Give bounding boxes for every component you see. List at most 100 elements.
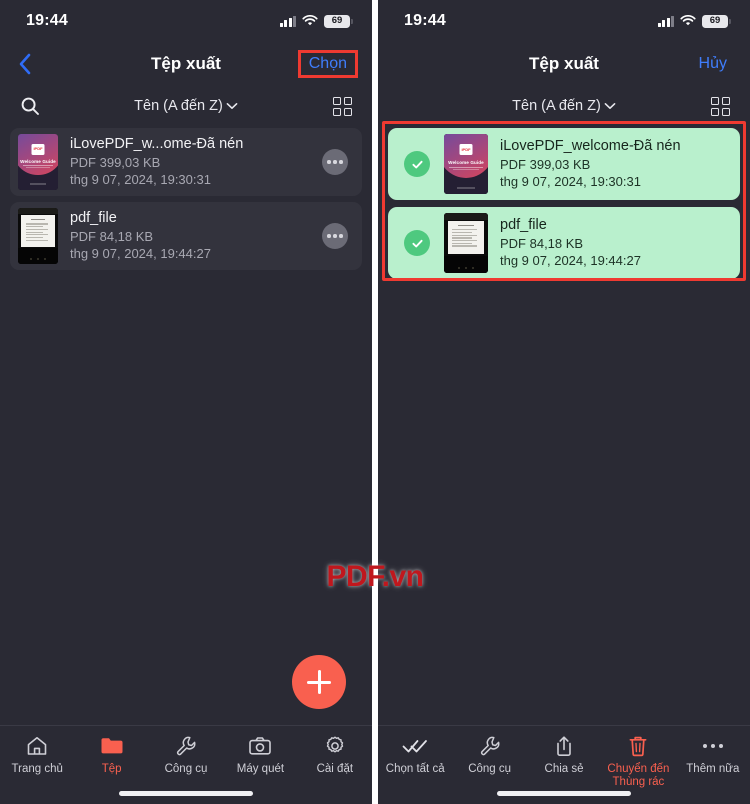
file-size: PDF 399,03 KB [70, 154, 161, 170]
file-thumbnail: iPDF Welcome Guide [444, 134, 488, 194]
file-list: iPDF Welcome Guide iLovePDF_w...ome-Đã n… [0, 126, 372, 270]
bottom-tab-bar: Trang chủ Tệp Công cụ Máy quét Cài đặt [0, 725, 372, 804]
selection-action-bar: Chọn tất cả Công cụ Chia sẻ Chuyển đến T… [378, 725, 750, 804]
file-size: PDF 399,03 KB [500, 156, 591, 172]
home-indicator [119, 791, 253, 796]
ilovepdf-badge: iPDF [31, 143, 45, 155]
cellular-bars-icon [279, 15, 296, 27]
action-label: Chọn tất cả [385, 763, 445, 775]
chevron-left-icon [19, 53, 31, 75]
sidebar-item-scanner[interactable]: Máy quét [223, 734, 297, 776]
double-check-icon [402, 734, 428, 758]
more-options-icon[interactable] [322, 223, 348, 249]
folder-icon [100, 734, 124, 758]
share-button[interactable]: Chia sẻ [527, 734, 601, 776]
file-date: thg 9 07, 2024, 19:30:31 [70, 172, 211, 187]
ilovepdf-welcome-guide-thumbnail: iPDF Welcome Guide [444, 134, 488, 194]
tab-label: Công cụ [164, 763, 208, 775]
file-thumbnail [444, 213, 488, 273]
file-meta: iLovePDF_welcome-Đã nén PDF 399,03 KB th… [500, 138, 730, 190]
action-label-line1: Chuyển đến [607, 763, 670, 775]
status-bar: 19:44 69 [0, 0, 372, 42]
check-circle-icon[interactable] [404, 151, 430, 177]
move-to-trash-button[interactable]: Chuyển đến Thùng rác [601, 734, 675, 789]
dual-screenshot-container: 19:44 69 Tệp xuất Chọn Tên (A đến Z) iPD… [0, 0, 750, 804]
table-row[interactable]: pdf_file PDF 84,18 KB thg 9 07, 2024, 19… [10, 202, 362, 270]
select-all-button[interactable]: Chọn tất cả [378, 734, 452, 776]
home-indicator [497, 791, 631, 796]
selected-files-highlight: iPDF Welcome Guide iLovePDF_welcome-Đã n… [378, 121, 750, 281]
sidebar-item-settings[interactable]: Cài đặt [298, 734, 372, 776]
table-row[interactable]: iPDF Welcome Guide iLovePDF_welcome-Đã n… [388, 128, 740, 200]
document-scan-thumbnail [18, 208, 58, 264]
search-button[interactable] [20, 96, 64, 116]
select-button[interactable]: Chọn [297, 50, 358, 78]
back-button[interactable] [18, 52, 58, 76]
sort-label[interactable]: Tên (A đến Z) [134, 98, 223, 114]
action-label: Chia sẻ [544, 763, 584, 775]
tab-label: Trang chủ [11, 763, 63, 775]
more-options-icon[interactable] [322, 149, 348, 175]
battery-icon: 69 [702, 14, 731, 28]
add-file-button[interactable] [292, 655, 346, 709]
wrench-icon [479, 734, 501, 758]
search-icon [21, 97, 39, 115]
share-icon [554, 734, 574, 758]
tab-label: Máy quét [236, 763, 285, 775]
list-toolbar: Tên (A đến Z) [378, 86, 750, 126]
sort-label[interactable]: Tên (A đến Z) [512, 98, 601, 114]
tab-label: Tệp [101, 763, 122, 775]
file-date: thg 9 07, 2024, 19:30:31 [500, 174, 641, 189]
document-scan-thumbnail [444, 213, 488, 273]
table-row[interactable]: pdf_file PDF 84,18 KB thg 9 07, 2024, 19… [388, 207, 740, 279]
chevron-down-icon [604, 103, 616, 109]
file-thumbnail [18, 208, 58, 264]
file-name: pdf_file [70, 209, 117, 226]
check-circle-icon[interactable] [404, 230, 430, 256]
cellular-bars-icon [657, 15, 674, 27]
sidebar-item-home[interactable]: Trang chủ [0, 734, 74, 776]
grid-view-icon [333, 96, 352, 116]
status-indicators: 69 [279, 14, 353, 28]
table-row[interactable]: iPDF Welcome Guide iLovePDF_w...ome-Đã n… [10, 128, 362, 196]
ilovepdf-badge: iPDF [459, 144, 473, 156]
file-name: iLovePDF_welcome-Đã nén [500, 137, 681, 154]
status-clock: 19:44 [404, 12, 446, 29]
chevron-down-icon [226, 103, 238, 109]
file-meta: pdf_file PDF 84,18 KB thg 9 07, 2024, 19… [70, 210, 314, 262]
battery-icon: 69 [324, 14, 353, 28]
sidebar-item-files[interactable]: Tệp [74, 734, 148, 776]
left-phone-screen: 19:44 69 Tệp xuất Chọn Tên (A đến Z) iPD… [0, 0, 372, 804]
file-name: pdf_file [500, 216, 547, 233]
more-horizontal-icon [702, 734, 723, 758]
cancel-button[interactable]: Hủy [694, 52, 732, 76]
tools-button[interactable]: Công cụ [452, 734, 526, 776]
file-name: iLovePDF_w...ome-Đã nén [70, 135, 244, 152]
sidebar-item-tools[interactable]: Công cụ [149, 734, 223, 776]
wifi-icon [680, 15, 696, 26]
grid-view-button[interactable] [711, 96, 730, 116]
sort-control[interactable]: Tên (A đến Z) [378, 98, 750, 114]
more-button[interactable]: Thêm nữa [676, 734, 750, 776]
wrench-icon [175, 734, 197, 758]
action-label: Thêm nữa [686, 763, 740, 775]
grid-view-button[interactable] [333, 96, 352, 116]
gear-icon [324, 734, 346, 758]
battery-percent: 69 [331, 15, 343, 27]
wifi-icon [302, 15, 318, 26]
list-toolbar: Tên (A đến Z) [0, 86, 372, 126]
right-phone-screen: 19:44 69 Tệp xuất Hủy Tên (A đến Z) iPDF… [378, 0, 750, 804]
trash-icon [628, 734, 648, 758]
grid-view-icon [711, 96, 730, 116]
nav-bar: Tệp xuất Hủy [378, 42, 750, 86]
file-thumbnail: iPDF Welcome Guide [18, 134, 58, 190]
battery-percent: 69 [709, 15, 721, 27]
thumbnail-title: Welcome Guide [20, 158, 56, 164]
status-indicators: 69 [657, 14, 731, 28]
status-bar: 19:44 69 [378, 0, 750, 42]
camera-icon [248, 734, 272, 758]
thumbnail-title: Welcome Guide [448, 160, 484, 166]
file-size: PDF 84,18 KB [70, 228, 154, 244]
file-meta: pdf_file PDF 84,18 KB thg 9 07, 2024, 19… [500, 217, 730, 269]
file-date: thg 9 07, 2024, 19:44:27 [500, 253, 641, 268]
